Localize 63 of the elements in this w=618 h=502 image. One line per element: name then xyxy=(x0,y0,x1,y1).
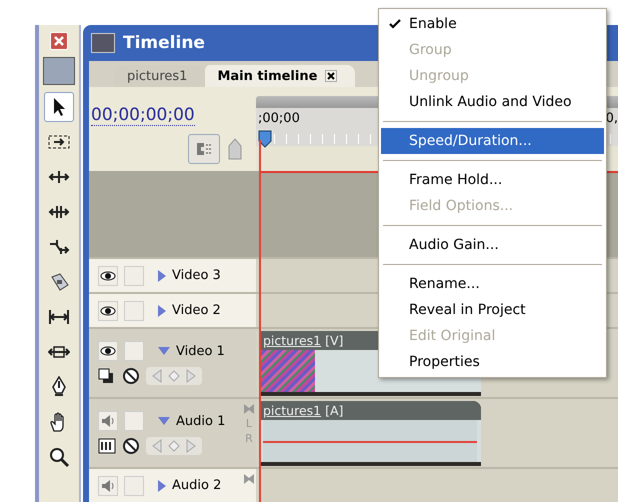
eye-icon xyxy=(100,345,116,357)
track-name: Video 3 xyxy=(172,268,221,283)
collapsed-triangle-icon[interactable] xyxy=(158,304,166,316)
bowtie-icon xyxy=(243,473,255,485)
lock-toggle[interactable] xyxy=(124,411,144,431)
prohibited-icon xyxy=(122,367,140,385)
lock-toggle[interactable] xyxy=(124,476,144,496)
clip-title: pictures1 [A] xyxy=(259,401,481,420)
collapsed-triangle-icon[interactable] xyxy=(158,270,166,282)
square-shadow-icon xyxy=(98,368,116,384)
track-name: Audio 2 xyxy=(172,478,222,493)
timecode[interactable]: 00;00;00;00 xyxy=(91,105,195,126)
menu-item[interactable]: Unlink Audio and Video xyxy=(381,89,604,115)
close-icon[interactable] xyxy=(325,70,338,82)
thumbnail-placeholder xyxy=(259,350,315,392)
right-triangle-icon xyxy=(186,369,196,383)
magnifier-icon xyxy=(48,446,70,468)
window-icon xyxy=(91,33,115,53)
lock-toggle[interactable] xyxy=(124,266,144,286)
diamond-icon xyxy=(168,369,180,383)
track-name: Video 2 xyxy=(172,303,221,318)
visibility-toggle[interactable] xyxy=(98,341,118,361)
visibility-toggle[interactable] xyxy=(98,266,118,286)
magnet-icon xyxy=(194,140,214,158)
track-name: Audio 1 xyxy=(176,414,226,428)
left-triangle-icon xyxy=(152,369,162,383)
expanded-triangle-icon[interactable] xyxy=(158,417,170,425)
channel-label: R xyxy=(245,432,253,445)
menu-item[interactable]: Frame Hold... xyxy=(381,167,604,193)
track-name: Video 1 xyxy=(176,344,225,358)
tab[interactable]: Main timeline xyxy=(205,65,356,87)
eye-icon xyxy=(100,304,116,316)
menu-item[interactable]: Audio Gain... xyxy=(381,232,604,258)
collapsed-triangle-icon[interactable] xyxy=(158,480,166,492)
close-icon xyxy=(53,35,65,47)
right-triangle-icon xyxy=(186,439,196,453)
speaker-icon xyxy=(100,478,116,494)
visibility-toggle[interactable] xyxy=(98,300,118,320)
diamond-icon xyxy=(168,439,180,453)
channel-label: L xyxy=(246,417,252,430)
window-title: Timeline xyxy=(123,33,205,53)
menu-item[interactable]: Enable xyxy=(381,11,604,37)
mute-toggle[interactable] xyxy=(98,411,118,431)
ruler-label: ;00;00 xyxy=(258,111,300,126)
eye-icon xyxy=(100,270,116,282)
menu-item[interactable]: Reveal in Project xyxy=(381,297,604,323)
tool-button[interactable] xyxy=(44,92,74,122)
left-triangle-icon xyxy=(152,439,162,453)
mixer-icon xyxy=(98,438,116,454)
prohibited-icon xyxy=(122,437,140,455)
snap-button[interactable] xyxy=(188,134,220,164)
mute-toggle[interactable] xyxy=(98,476,118,496)
lock-toggle[interactable] xyxy=(124,300,144,320)
bowtie-icon xyxy=(243,403,255,415)
audio-clip[interactable]: pictures1 [A] xyxy=(259,401,481,466)
speaker-icon xyxy=(100,413,116,429)
expanded-triangle-icon[interactable] xyxy=(158,347,170,355)
logo-placeholder xyxy=(43,57,75,85)
menu-item[interactable]: Rename... xyxy=(381,271,604,297)
lock-toggle[interactable] xyxy=(124,341,144,361)
close-button[interactable] xyxy=(50,32,68,50)
menu-item[interactable]: Speed/Duration... xyxy=(381,128,604,154)
marker-icon xyxy=(228,138,242,160)
